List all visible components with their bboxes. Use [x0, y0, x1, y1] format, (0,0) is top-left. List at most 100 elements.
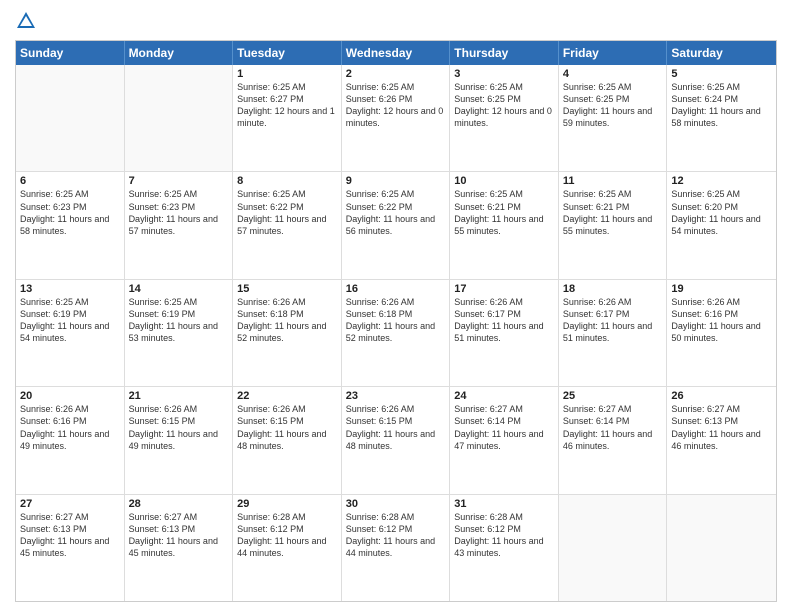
day-number: 7	[129, 175, 229, 187]
day-cell-3: 3Sunrise: 6:25 AM Sunset: 6:25 PM Daylig…	[450, 65, 559, 171]
calendar-row-5: 27Sunrise: 6:27 AM Sunset: 6:13 PM Dayli…	[16, 494, 776, 601]
day-info: Sunrise: 6:26 AM Sunset: 6:15 PM Dayligh…	[346, 403, 446, 452]
day-number: 27	[20, 498, 120, 510]
logo-icon	[15, 10, 37, 32]
day-info: Sunrise: 6:28 AM Sunset: 6:12 PM Dayligh…	[237, 511, 337, 560]
day-info: Sunrise: 6:25 AM Sunset: 6:23 PM Dayligh…	[129, 188, 229, 237]
day-cell-26: 26Sunrise: 6:27 AM Sunset: 6:13 PM Dayli…	[667, 387, 776, 493]
day-number: 15	[237, 283, 337, 295]
day-info: Sunrise: 6:25 AM Sunset: 6:19 PM Dayligh…	[20, 296, 120, 345]
calendar-row-2: 6Sunrise: 6:25 AM Sunset: 6:23 PM Daylig…	[16, 171, 776, 278]
day-cell-6: 6Sunrise: 6:25 AM Sunset: 6:23 PM Daylig…	[16, 172, 125, 278]
day-number: 25	[563, 390, 663, 402]
day-cell-9: 9Sunrise: 6:25 AM Sunset: 6:22 PM Daylig…	[342, 172, 451, 278]
day-cell-21: 21Sunrise: 6:26 AM Sunset: 6:15 PM Dayli…	[125, 387, 234, 493]
day-cell-19: 19Sunrise: 6:26 AM Sunset: 6:16 PM Dayli…	[667, 280, 776, 386]
day-info: Sunrise: 6:25 AM Sunset: 6:25 PM Dayligh…	[454, 81, 554, 130]
calendar-body: 1Sunrise: 6:25 AM Sunset: 6:27 PM Daylig…	[16, 65, 776, 601]
day-cell-8: 8Sunrise: 6:25 AM Sunset: 6:22 PM Daylig…	[233, 172, 342, 278]
day-info: Sunrise: 6:25 AM Sunset: 6:26 PM Dayligh…	[346, 81, 446, 130]
day-number: 1	[237, 68, 337, 80]
day-number: 13	[20, 283, 120, 295]
day-info: Sunrise: 6:25 AM Sunset: 6:23 PM Dayligh…	[20, 188, 120, 237]
day-info: Sunrise: 6:27 AM Sunset: 6:13 PM Dayligh…	[20, 511, 120, 560]
day-cell-30: 30Sunrise: 6:28 AM Sunset: 6:12 PM Dayli…	[342, 495, 451, 601]
day-cell-12: 12Sunrise: 6:25 AM Sunset: 6:20 PM Dayli…	[667, 172, 776, 278]
day-info: Sunrise: 6:25 AM Sunset: 6:22 PM Dayligh…	[346, 188, 446, 237]
day-info: Sunrise: 6:25 AM Sunset: 6:19 PM Dayligh…	[129, 296, 229, 345]
day-info: Sunrise: 6:25 AM Sunset: 6:25 PM Dayligh…	[563, 81, 663, 130]
day-cell-2: 2Sunrise: 6:25 AM Sunset: 6:26 PM Daylig…	[342, 65, 451, 171]
calendar-row-1: 1Sunrise: 6:25 AM Sunset: 6:27 PM Daylig…	[16, 65, 776, 171]
header-day-thursday: Thursday	[450, 41, 559, 65]
day-number: 28	[129, 498, 229, 510]
day-cell-7: 7Sunrise: 6:25 AM Sunset: 6:23 PM Daylig…	[125, 172, 234, 278]
calendar-row-3: 13Sunrise: 6:25 AM Sunset: 6:19 PM Dayli…	[16, 279, 776, 386]
day-number: 10	[454, 175, 554, 187]
day-info: Sunrise: 6:25 AM Sunset: 6:27 PM Dayligh…	[237, 81, 337, 130]
day-cell-18: 18Sunrise: 6:26 AM Sunset: 6:17 PM Dayli…	[559, 280, 668, 386]
day-info: Sunrise: 6:28 AM Sunset: 6:12 PM Dayligh…	[454, 511, 554, 560]
calendar: SundayMondayTuesdayWednesdayThursdayFrid…	[15, 40, 777, 602]
day-number: 26	[671, 390, 772, 402]
page: SundayMondayTuesdayWednesdayThursdayFrid…	[0, 0, 792, 612]
day-cell-27: 27Sunrise: 6:27 AM Sunset: 6:13 PM Dayli…	[16, 495, 125, 601]
day-number: 31	[454, 498, 554, 510]
day-number: 4	[563, 68, 663, 80]
day-info: Sunrise: 6:26 AM Sunset: 6:16 PM Dayligh…	[20, 403, 120, 452]
day-number: 30	[346, 498, 446, 510]
day-number: 3	[454, 68, 554, 80]
header-day-friday: Friday	[559, 41, 668, 65]
day-info: Sunrise: 6:26 AM Sunset: 6:15 PM Dayligh…	[129, 403, 229, 452]
day-info: Sunrise: 6:27 AM Sunset: 6:13 PM Dayligh…	[671, 403, 772, 452]
day-number: 18	[563, 283, 663, 295]
day-cell-1: 1Sunrise: 6:25 AM Sunset: 6:27 PM Daylig…	[233, 65, 342, 171]
day-number: 21	[129, 390, 229, 402]
empty-cell	[559, 495, 668, 601]
day-info: Sunrise: 6:26 AM Sunset: 6:15 PM Dayligh…	[237, 403, 337, 452]
day-info: Sunrise: 6:25 AM Sunset: 6:21 PM Dayligh…	[454, 188, 554, 237]
day-info: Sunrise: 6:26 AM Sunset: 6:18 PM Dayligh…	[346, 296, 446, 345]
day-number: 20	[20, 390, 120, 402]
header	[15, 10, 777, 32]
day-info: Sunrise: 6:25 AM Sunset: 6:22 PM Dayligh…	[237, 188, 337, 237]
day-cell-17: 17Sunrise: 6:26 AM Sunset: 6:17 PM Dayli…	[450, 280, 559, 386]
day-number: 6	[20, 175, 120, 187]
calendar-header: SundayMondayTuesdayWednesdayThursdayFrid…	[16, 41, 776, 65]
day-number: 29	[237, 498, 337, 510]
day-info: Sunrise: 6:27 AM Sunset: 6:13 PM Dayligh…	[129, 511, 229, 560]
day-number: 9	[346, 175, 446, 187]
header-day-tuesday: Tuesday	[233, 41, 342, 65]
day-number: 12	[671, 175, 772, 187]
day-info: Sunrise: 6:27 AM Sunset: 6:14 PM Dayligh…	[563, 403, 663, 452]
empty-cell	[16, 65, 125, 171]
header-day-sunday: Sunday	[16, 41, 125, 65]
day-info: Sunrise: 6:26 AM Sunset: 6:17 PM Dayligh…	[454, 296, 554, 345]
day-number: 23	[346, 390, 446, 402]
day-cell-24: 24Sunrise: 6:27 AM Sunset: 6:14 PM Dayli…	[450, 387, 559, 493]
day-info: Sunrise: 6:25 AM Sunset: 6:20 PM Dayligh…	[671, 188, 772, 237]
day-info: Sunrise: 6:27 AM Sunset: 6:14 PM Dayligh…	[454, 403, 554, 452]
day-number: 19	[671, 283, 772, 295]
day-cell-11: 11Sunrise: 6:25 AM Sunset: 6:21 PM Dayli…	[559, 172, 668, 278]
calendar-row-4: 20Sunrise: 6:26 AM Sunset: 6:16 PM Dayli…	[16, 386, 776, 493]
day-cell-10: 10Sunrise: 6:25 AM Sunset: 6:21 PM Dayli…	[450, 172, 559, 278]
day-cell-25: 25Sunrise: 6:27 AM Sunset: 6:14 PM Dayli…	[559, 387, 668, 493]
day-info: Sunrise: 6:25 AM Sunset: 6:24 PM Dayligh…	[671, 81, 772, 130]
day-number: 14	[129, 283, 229, 295]
day-number: 17	[454, 283, 554, 295]
day-info: Sunrise: 6:26 AM Sunset: 6:18 PM Dayligh…	[237, 296, 337, 345]
day-cell-13: 13Sunrise: 6:25 AM Sunset: 6:19 PM Dayli…	[16, 280, 125, 386]
day-number: 8	[237, 175, 337, 187]
day-number: 24	[454, 390, 554, 402]
day-number: 5	[671, 68, 772, 80]
day-cell-23: 23Sunrise: 6:26 AM Sunset: 6:15 PM Dayli…	[342, 387, 451, 493]
day-cell-22: 22Sunrise: 6:26 AM Sunset: 6:15 PM Dayli…	[233, 387, 342, 493]
empty-cell	[125, 65, 234, 171]
header-day-saturday: Saturday	[667, 41, 776, 65]
day-info: Sunrise: 6:28 AM Sunset: 6:12 PM Dayligh…	[346, 511, 446, 560]
day-cell-4: 4Sunrise: 6:25 AM Sunset: 6:25 PM Daylig…	[559, 65, 668, 171]
day-cell-14: 14Sunrise: 6:25 AM Sunset: 6:19 PM Dayli…	[125, 280, 234, 386]
day-cell-28: 28Sunrise: 6:27 AM Sunset: 6:13 PM Dayli…	[125, 495, 234, 601]
day-number: 11	[563, 175, 663, 187]
